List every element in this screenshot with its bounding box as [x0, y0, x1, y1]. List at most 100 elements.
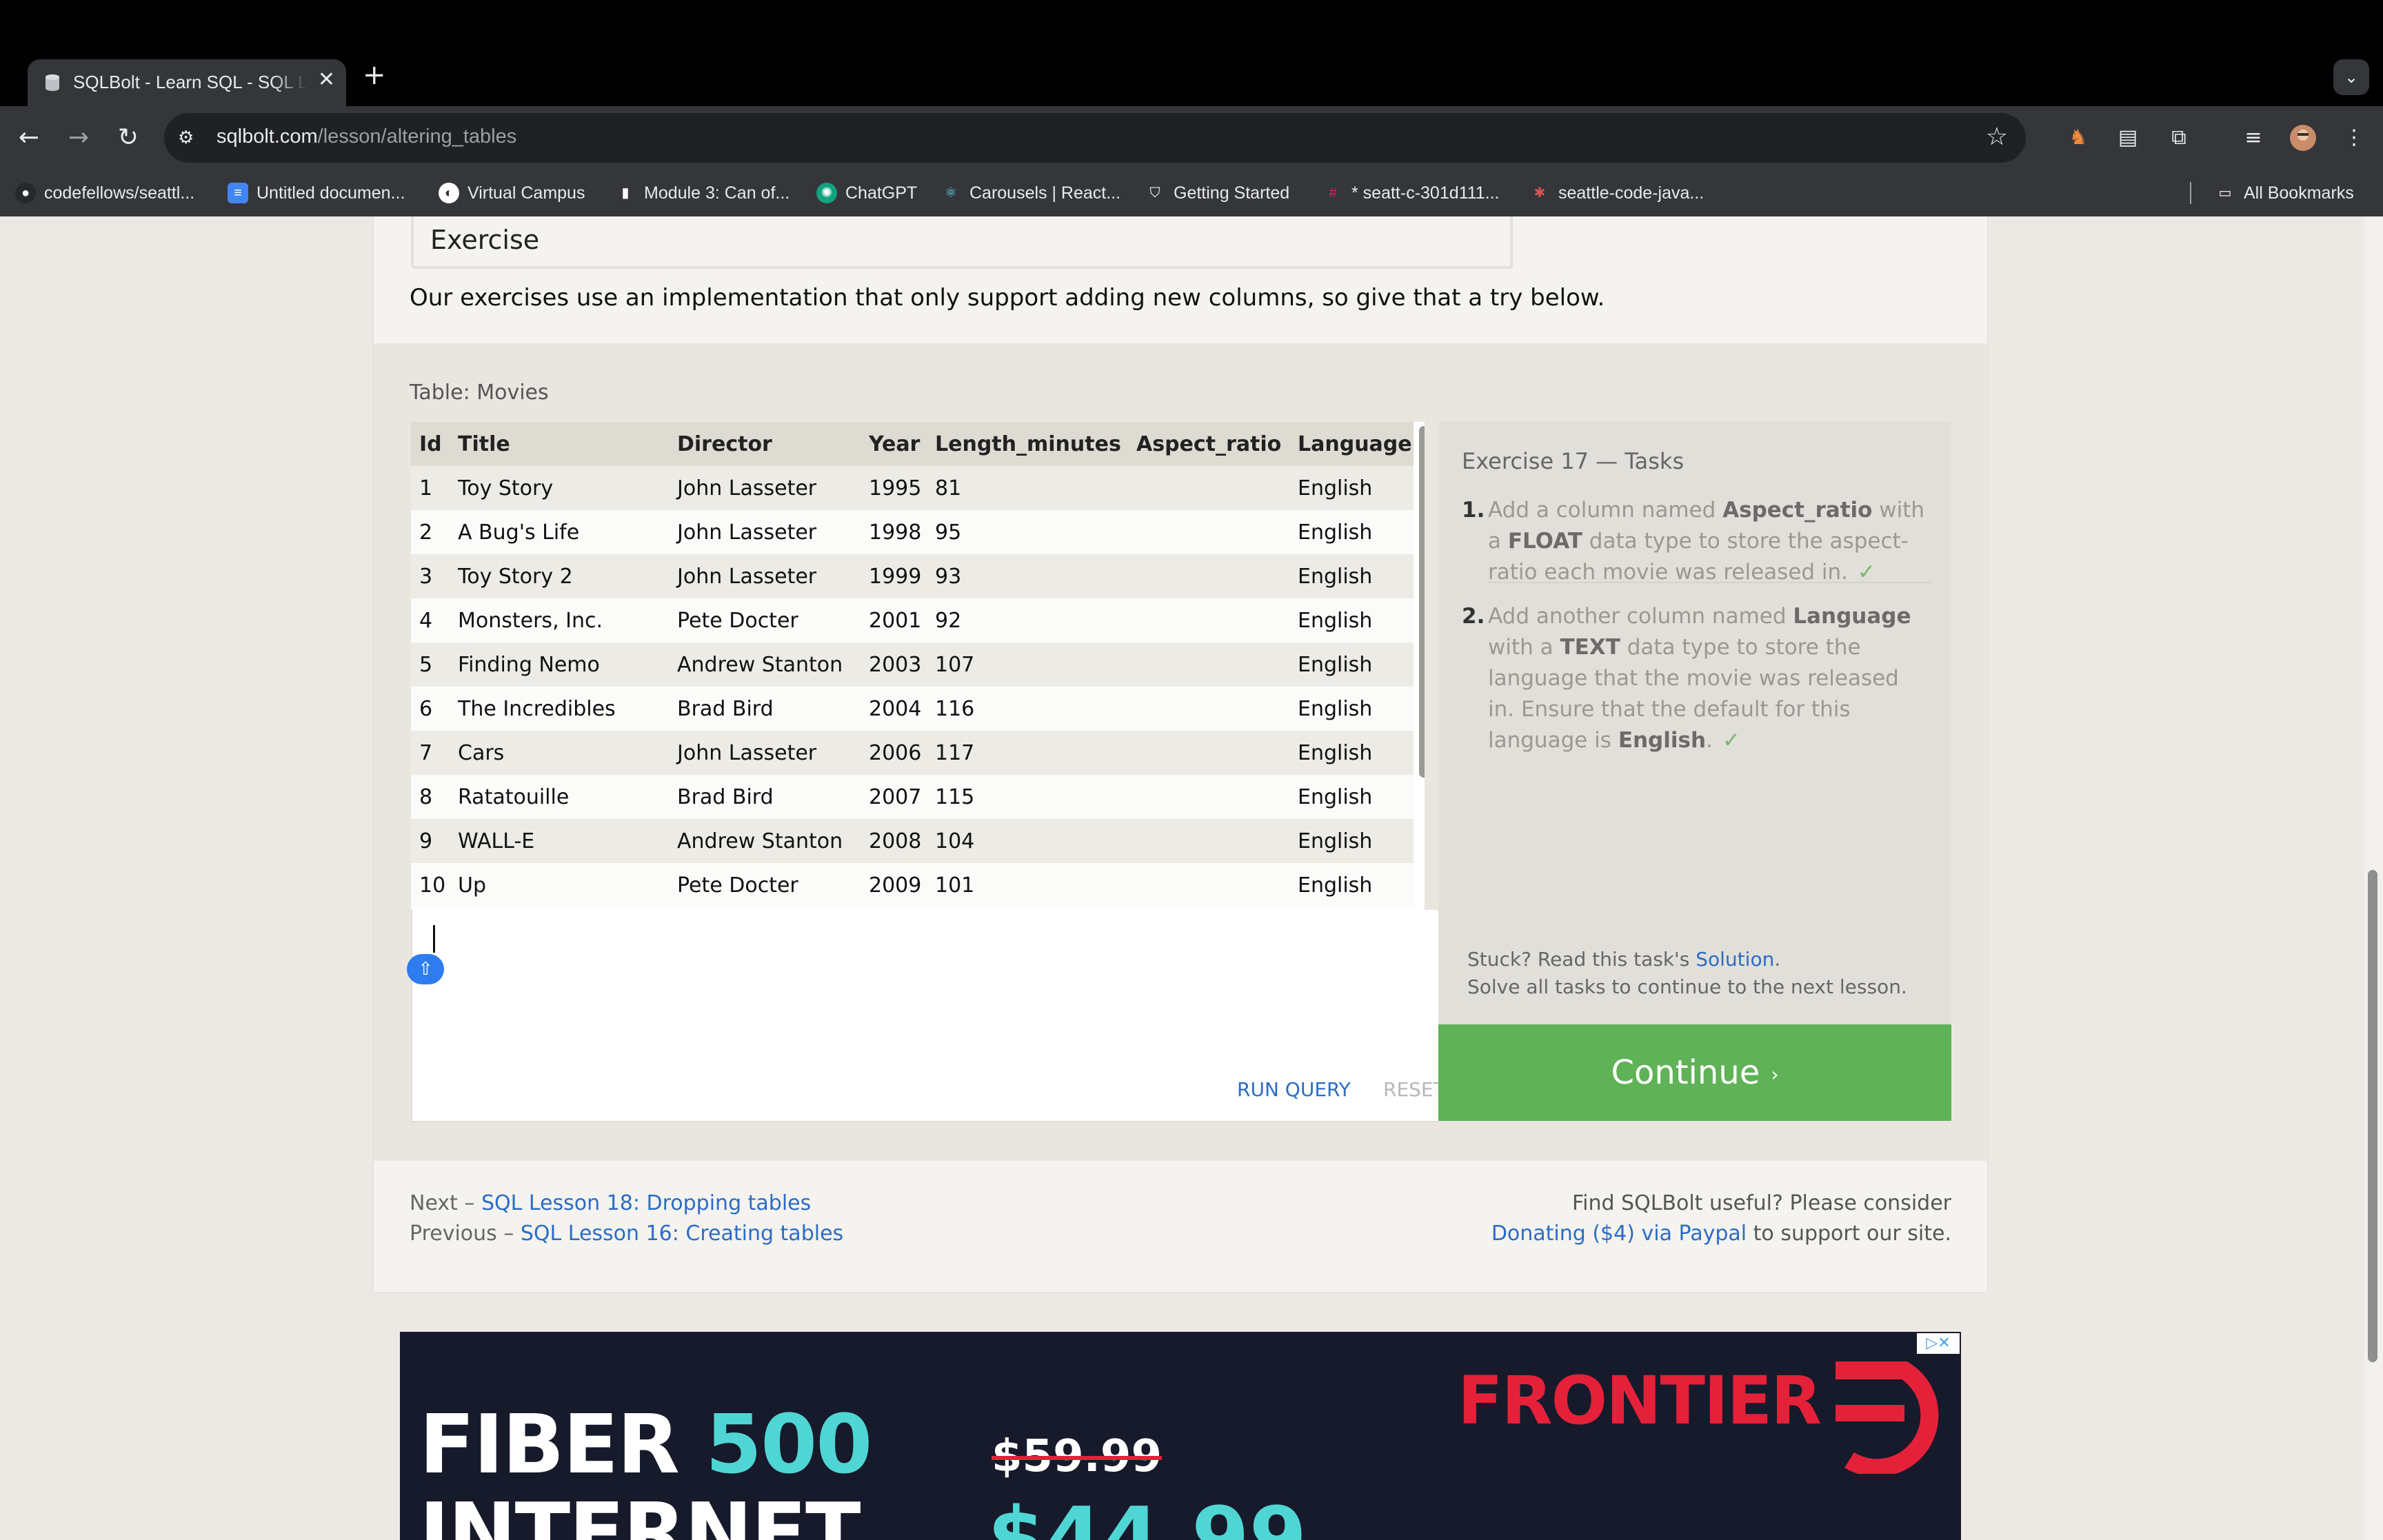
docs-icon: ≡ — [228, 183, 248, 203]
page-scrollbar-thumb[interactable] — [2368, 870, 2377, 1362]
chatgpt-icon: ✺ — [816, 183, 837, 203]
stuck-hint: Stuck? Read this task's Solution. Solve … — [1467, 948, 1907, 998]
bookmark-item[interactable]: ⛉ Getting Started — [1145, 181, 1290, 205]
table-cell: 1999 — [869, 554, 935, 598]
ad-choices-icon[interactable]: ▷✕ — [1917, 1333, 1960, 1354]
tasks-panel: Exercise 17 — Tasks 1. Add a column name… — [1438, 422, 1951, 1024]
bookmark-item[interactable]: ≡ Untitled documen... — [228, 181, 405, 205]
next-lesson-link[interactable]: SQL Lesson 18: Dropping tables — [481, 1191, 811, 1215]
table-cell: Toy Story 2 — [458, 554, 677, 598]
table-cell: 5 — [411, 642, 458, 687]
table-cell: English — [1298, 863, 1414, 907]
bookmark-item[interactable]: # * seatt-c-301d111... — [1323, 181, 1499, 205]
table-scrollbar[interactable] — [1419, 426, 1425, 778]
globe-icon: ◐ — [439, 183, 459, 203]
bookmark-item[interactable]: ✺ ChatGPT — [816, 181, 917, 205]
ad-new-price: $44.99 — [987, 1490, 1307, 1540]
close-tab-icon[interactable]: ✕ — [318, 68, 335, 92]
address-bar[interactable]: ⚙ sqlbolt.com/lesson/altering_tables ☆ — [164, 113, 2026, 163]
reset-button[interactable]: RESET — [1383, 1078, 1445, 1101]
previous-lesson-link[interactable]: SQL Lesson 16: Creating tables — [521, 1222, 843, 1246]
table-row: 4 Monsters, Inc. Pete Docter 2001 92 English — [411, 598, 1414, 642]
table-row: 5 Finding Nemo Andrew Stanton 2003 107 Englis… — [411, 642, 1414, 687]
ad-headline-line2: INTERNET — [419, 1485, 861, 1540]
table-cell: English — [1298, 510, 1414, 554]
table-cell: 2008 — [869, 819, 935, 863]
table-cell: 104 — [935, 819, 1136, 863]
database-icon — [46, 74, 59, 91]
table-cell — [1136, 554, 1298, 598]
table-cell: 2001 — [869, 598, 935, 642]
codefellows-icon: ✱ — [1534, 185, 1546, 201]
forward-icon[interactable]: → — [62, 121, 95, 154]
media-control-icon[interactable]: ≡ — [2237, 121, 2270, 154]
ad-brand-name: FRONTIER — [1458, 1362, 1822, 1439]
donate-note: Find SQLBolt useful? Please consider Don… — [1491, 1191, 1951, 1246]
table-cell: 1995 — [869, 466, 935, 510]
table-cell: 7 — [411, 731, 458, 775]
new-tab-button[interactable]: + — [363, 59, 386, 91]
lesson-article: Exercise Our exercises use an implementa… — [374, 216, 1987, 1292]
url-text[interactable]: sqlbolt.com/lesson/altering_tables — [217, 125, 516, 148]
editor-helper-icon[interactable]: ⇧ — [407, 954, 444, 984]
results-table-container[interactable]: Id Title Director Year Length_minutes As… — [411, 422, 1425, 910]
table-cell: 117 — [935, 731, 1136, 775]
exercise-heading: Exercise — [411, 216, 1513, 269]
solution-link[interactable]: Solution — [1696, 948, 1774, 971]
extension-fox-icon[interactable]: ♞ — [2062, 121, 2095, 154]
run-query-button[interactable]: RUN QUERY — [1237, 1078, 1351, 1101]
table-label: Table: Movies — [410, 381, 549, 405]
table-cell: Pete Docter — [677, 598, 869, 642]
bookmark-item[interactable]: ✱ seattle-code-java... — [1529, 181, 1705, 205]
table-cell — [1136, 863, 1298, 907]
table-cell: English — [1298, 775, 1414, 819]
bookmark-item[interactable]: ▮ Module 3: Can of... — [615, 181, 790, 205]
task-item: 1. Add a column named Aspect_ratio with … — [1462, 498, 1925, 585]
all-bookmarks-button[interactable]: ▭ All Bookmarks — [2215, 181, 2354, 205]
table-cell: Monsters, Inc. — [458, 598, 677, 642]
site-settings-icon[interactable]: ⚙ — [178, 127, 200, 149]
table-cell: A Bug's Life — [458, 510, 677, 554]
sql-editor[interactable]: ⇧ RUN QUERY RESET — [407, 910, 1445, 1122]
column-header: Length_minutes — [935, 422, 1136, 466]
table-cell: Andrew Stanton — [677, 642, 869, 687]
reload-icon[interactable]: ↻ — [112, 121, 145, 154]
table-cell: Up — [458, 863, 677, 907]
table-cell: 2007 — [869, 775, 935, 819]
lesson-navigation: Next – SQL Lesson 18: Dropping tables Pr… — [410, 1191, 844, 1246]
bookmark-item[interactable]: ◐ Virtual Campus — [439, 181, 585, 205]
table-cell — [1136, 598, 1298, 642]
column-header: Aspect_ratio — [1136, 422, 1298, 466]
tab-strip: SQLBolt - Learn SQL - SQL Lesson 17: Alt… — [0, 0, 2383, 106]
tab-search-icon[interactable]: ⌄ — [2333, 59, 2369, 95]
table-cell: English — [1298, 642, 1414, 687]
table-cell: 92 — [935, 598, 1136, 642]
bookmark-item[interactable]: ⚛ Carousels | React... — [941, 181, 1120, 205]
donate-link[interactable]: Donating ($4) via Paypal — [1491, 1222, 1747, 1246]
table-cell: 2 — [411, 510, 458, 554]
table-cell: 2006 — [869, 731, 935, 775]
table-cell: 2004 — [869, 687, 935, 731]
profile-avatar[interactable] — [2286, 121, 2320, 154]
bookmark-star-icon[interactable]: ☆ — [1986, 123, 2008, 151]
table-cell: Ratatouille — [458, 775, 677, 819]
extensions-puzzle-icon[interactable]: ⧉ — [2162, 121, 2195, 154]
extension-note-icon[interactable]: ▤ — [2111, 121, 2144, 154]
browser-tab[interactable]: SQLBolt - Learn SQL - SQL Lesson 17: Alt… — [28, 59, 346, 106]
table-row: 1 Toy Story John Lasseter 1995 81 English — [411, 466, 1414, 510]
table-cell: Pete Docter — [677, 863, 869, 907]
table-row: 9 WALL-E Andrew Stanton 2008 104 English — [411, 819, 1414, 863]
table-cell: WALL-E — [458, 819, 677, 863]
table-cell — [1136, 819, 1298, 863]
bookmark-item[interactable]: ● codefellows/seattl... — [15, 181, 194, 205]
table-cell: English — [1298, 819, 1414, 863]
folder-icon: ▭ — [2218, 185, 2232, 201]
back-icon[interactable]: ← — [12, 121, 46, 154]
continue-button[interactable]: Continue › — [1438, 1024, 1951, 1121]
table-cell: Andrew Stanton — [677, 819, 869, 863]
advertisement-banner[interactable]: ▷✕ FIBER 500 INTERNET $59.99 $44.99 FRON… — [400, 1332, 1961, 1540]
table-cell: 1998 — [869, 510, 935, 554]
browser-menu-icon[interactable]: ⋮ — [2337, 121, 2371, 154]
table-row: 7 Cars John Lasseter 2006 117 English — [411, 731, 1414, 775]
table-cell: John Lasseter — [677, 554, 869, 598]
